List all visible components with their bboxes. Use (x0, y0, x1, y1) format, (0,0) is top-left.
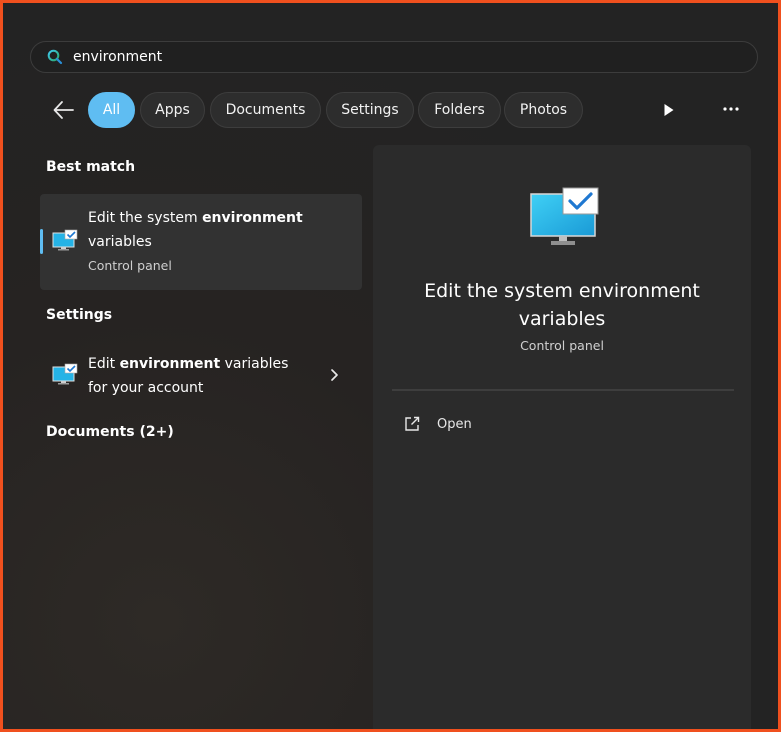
tab-folders[interactable]: Folders (418, 92, 501, 128)
documents-heading[interactable]: Documents (2+) (46, 424, 174, 440)
tab-documents[interactable]: Documents (210, 92, 321, 128)
search-input[interactable] (73, 49, 673, 65)
detail-panel: Edit the system environment variables Co… (373, 145, 751, 729)
tab-apps[interactable]: Apps (140, 92, 205, 128)
filter-bar: All Apps Documents Settings Folders Phot… (43, 91, 753, 129)
detail-subtitle: Control panel (520, 338, 604, 353)
tab-photos[interactable]: Photos (504, 92, 583, 128)
best-match-subtitle: Control panel (88, 258, 172, 273)
settings-heading: Settings (46, 307, 113, 323)
system-properties-icon (530, 187, 600, 249)
system-properties-icon (52, 229, 78, 253)
open-label: Open (437, 416, 472, 432)
play-icon[interactable] (661, 102, 677, 118)
start-search-window: All Apps Documents Settings Folders Phot… (0, 0, 781, 732)
best-match-heading: Best match (46, 159, 136, 175)
more-icon[interactable] (721, 99, 741, 119)
best-match-title: Edit the system environment variables (88, 210, 303, 250)
best-match-item[interactable]: Edit the system environment variables Co… (40, 194, 362, 290)
settings-result-item[interactable]: Edit environment variables for your acco… (40, 343, 362, 409)
tab-all[interactable]: All (88, 92, 135, 128)
search-icon (47, 49, 63, 65)
detail-title: Edit the system environment variables (424, 280, 700, 330)
open-action[interactable]: Open (403, 413, 472, 435)
open-external-icon (403, 415, 421, 433)
back-arrow-icon[interactable] (51, 97, 77, 123)
search-box[interactable] (30, 41, 758, 73)
tab-settings[interactable]: Settings (326, 92, 414, 128)
divider (392, 389, 734, 391)
settings-result-title: Edit environment variables for your acco… (88, 356, 289, 396)
system-properties-icon (52, 363, 78, 387)
chevron-right-icon[interactable] (328, 367, 340, 383)
selection-indicator (40, 229, 43, 254)
